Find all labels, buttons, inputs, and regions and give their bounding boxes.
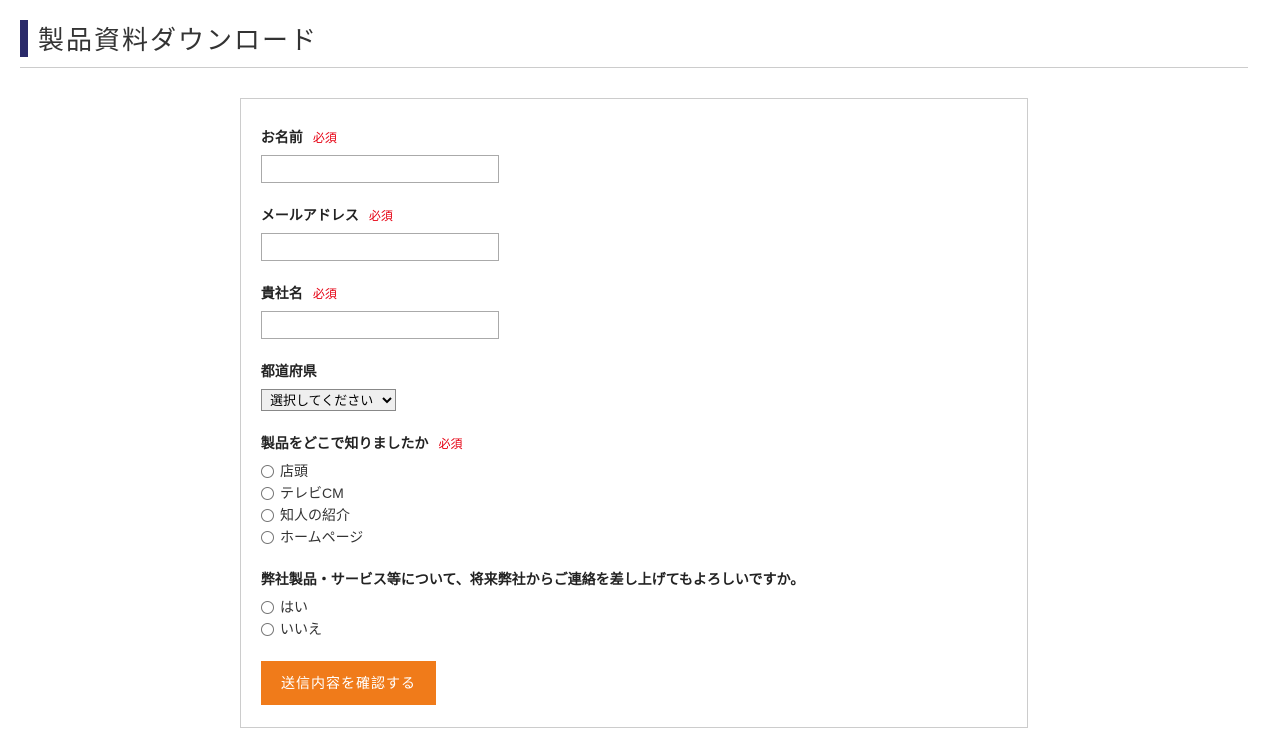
page-header: 製品資料ダウンロード <box>20 20 1248 57</box>
name-input[interactable] <box>261 155 499 183</box>
company-label: 貴社名 必須 <box>261 283 1007 303</box>
form-group-prefecture: 都道府県 選択してください <box>261 361 1007 411</box>
email-label: メールアドレス 必須 <box>261 205 1007 225</box>
source-radio-store[interactable] <box>261 465 274 478</box>
prefecture-label-text: 都道府県 <box>261 363 317 379</box>
contact-label-text: 弊社製品・サービス等について、将来弊社からご連絡を差し上げてもよろしいですか。 <box>261 571 804 587</box>
source-radio-item: 店頭 <box>261 461 1007 481</box>
page-title: 製品資料ダウンロード <box>38 20 1248 57</box>
form-group-name: お名前 必須 <box>261 127 1007 183</box>
prefecture-label: 都道府県 <box>261 361 1007 381</box>
header-divider <box>20 67 1248 68</box>
source-radio-item: ホームページ <box>261 527 1007 547</box>
company-label-text: 貴社名 <box>261 285 303 301</box>
contact-radio-label: いいえ <box>280 619 322 639</box>
name-label: お名前 必須 <box>261 127 1007 147</box>
form-group-contact: 弊社製品・サービス等について、将来弊社からご連絡を差し上げてもよろしいですか。 … <box>261 569 1007 639</box>
contact-radio-yes[interactable] <box>261 601 274 614</box>
contact-radio-item: はい <box>261 597 1007 617</box>
email-input[interactable] <box>261 233 499 261</box>
required-badge: 必須 <box>313 131 337 145</box>
form-group-company: 貴社名 必須 <box>261 283 1007 339</box>
contact-radio-no[interactable] <box>261 623 274 636</box>
contact-radio-list: はい いいえ <box>261 597 1007 639</box>
source-radio-item: テレビCM <box>261 483 1007 503</box>
form-container: お名前 必須 メールアドレス 必須 貴社名 必須 都道府県 選択してください 製… <box>240 98 1028 728</box>
required-badge: 必須 <box>369 209 393 223</box>
email-label-text: メールアドレス <box>261 207 359 223</box>
submit-button[interactable]: 送信内容を確認する <box>261 661 436 705</box>
source-radio-homepage[interactable] <box>261 531 274 544</box>
form-group-source: 製品をどこで知りましたか 必須 店頭 テレビCM 知人の紹介 ホームページ <box>261 433 1007 547</box>
source-radio-list: 店頭 テレビCM 知人の紹介 ホームページ <box>261 461 1007 547</box>
contact-label: 弊社製品・サービス等について、将来弊社からご連絡を差し上げてもよろしいですか。 <box>261 569 1007 589</box>
source-label-text: 製品をどこで知りましたか <box>261 435 429 451</box>
source-radio-item: 知人の紹介 <box>261 505 1007 525</box>
contact-radio-item: いいえ <box>261 619 1007 639</box>
contact-radio-label: はい <box>280 597 308 617</box>
company-input[interactable] <box>261 311 499 339</box>
source-radio-label: ホームページ <box>280 527 363 547</box>
source-radio-tv[interactable] <box>261 487 274 500</box>
source-radio-label: 店頭 <box>280 461 308 481</box>
required-badge: 必須 <box>438 437 462 451</box>
source-radio-label: 知人の紹介 <box>280 505 350 525</box>
prefecture-select[interactable]: 選択してください <box>261 389 396 411</box>
source-label: 製品をどこで知りましたか 必須 <box>261 433 1007 453</box>
form-group-email: メールアドレス 必須 <box>261 205 1007 261</box>
source-radio-friend[interactable] <box>261 509 274 522</box>
required-badge: 必須 <box>313 287 337 301</box>
source-radio-label: テレビCM <box>280 483 344 503</box>
name-label-text: お名前 <box>261 129 303 145</box>
